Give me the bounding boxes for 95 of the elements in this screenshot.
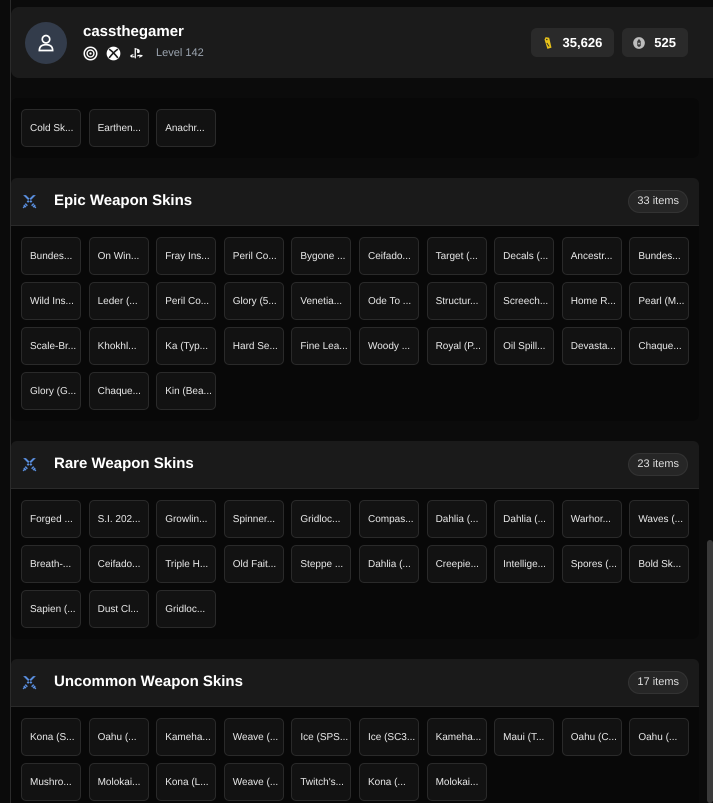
skin-tile[interactable]: Oil Spill...	[494, 327, 554, 365]
skin-tile[interactable]: Khokhl...	[88, 327, 149, 365]
skin-tile[interactable]: Steppe ...	[291, 545, 352, 583]
level-label: Level 142	[156, 46, 204, 62]
skin-tile[interactable]: Wild Ins...	[21, 282, 81, 320]
skin-tile[interactable]: Dahlia (...	[494, 500, 554, 538]
skin-tile[interactable]: Kameha...	[426, 718, 487, 756]
skin-tile[interactable]: Forged ...	[21, 500, 81, 538]
skin-tile[interactable]: Target (...	[426, 237, 487, 275]
skin-tile[interactable]: Kameha...	[156, 718, 216, 756]
skin-tile[interactable]: Ka (Typ...	[156, 327, 216, 365]
skin-tile[interactable]: Ice (SPS...	[291, 718, 352, 756]
skin-tile[interactable]: Spores (...	[562, 545, 622, 583]
skin-tile[interactable]: Kona (...	[358, 763, 419, 801]
skin-tile[interactable]: Peril Co...	[224, 237, 284, 275]
skin-tile[interactable]: Leder (...	[88, 282, 149, 320]
crossed-swords-icon	[21, 674, 38, 691]
skin-tile[interactable]: Old Fait...	[224, 545, 284, 583]
skin-tile[interactable]: Glory (5...	[224, 282, 284, 320]
crossed-swords-icon	[21, 193, 38, 210]
skin-tile[interactable]: Scale-Br...	[21, 327, 81, 365]
section-title: Uncommon Weapon Skins	[54, 672, 243, 692]
skin-tile[interactable]: Kona (L...	[156, 763, 216, 801]
crossed-swords-icon	[21, 456, 38, 473]
username: cassthegamer	[83, 23, 185, 42]
skin-tile[interactable]: Molokai...	[88, 763, 149, 801]
currency-amount: 525	[654, 34, 676, 52]
skin-tile[interactable]: Waves (...	[629, 500, 690, 538]
skin-tile[interactable]: Intellige...	[494, 545, 554, 583]
skin-tile[interactable]: Dahlia (...	[358, 545, 419, 583]
skin-tile[interactable]: Bundes...	[629, 237, 690, 275]
skin-tile[interactable]: Oahu (...	[629, 718, 690, 756]
skin-tile[interactable]: Oahu (C...	[562, 718, 622, 756]
item-count: 17 items	[628, 671, 688, 694]
skin-tile[interactable]: Ceifado...	[88, 545, 149, 583]
skin-tile[interactable]: Hard Se...	[224, 327, 284, 365]
skin-tile[interactable]: Anachr...	[156, 109, 216, 147]
credits-coin-icon	[632, 34, 646, 50]
skin-tile[interactable]: Maui (T...	[494, 718, 554, 756]
skin-tile[interactable]: Twitch's...	[291, 763, 352, 801]
skin-tile[interactable]: On Win...	[88, 237, 149, 275]
skin-tile[interactable]: Devasta...	[562, 327, 622, 365]
section-title: Epic Weapon Skins	[54, 191, 192, 212]
skin-tile[interactable]: Home R...	[562, 282, 622, 320]
skin-tile[interactable]: Growlin...	[156, 500, 216, 538]
skin-tile[interactable]: Woody ...	[358, 327, 419, 365]
skin-tile[interactable]: Fray Ins...	[156, 237, 216, 275]
skin-tile[interactable]: Kin (Bea...	[156, 372, 216, 410]
skin-tile[interactable]: Glory (G...	[21, 372, 81, 410]
skin-tile[interactable]: Bundes...	[21, 237, 81, 275]
skin-tile[interactable]: Cold Sk...	[21, 109, 81, 147]
skin-tile[interactable]: Dust Cl...	[88, 590, 149, 628]
skin-tile[interactable]: Royal (P...	[426, 327, 487, 365]
skin-tile[interactable]: Chaque...	[88, 372, 149, 410]
skin-tile[interactable]: Mushro...	[21, 763, 81, 801]
currency-amount: 35,626	[562, 34, 602, 52]
ubisoft-logo-icon	[83, 46, 98, 61]
skin-tile[interactable]: Molokai...	[426, 763, 487, 801]
skin-tile[interactable]: Pearl (M...	[629, 282, 690, 320]
skin-tile[interactable]: Warhor...	[562, 500, 622, 538]
skin-tile[interactable]: Sapien (...	[21, 590, 81, 628]
playstation-logo-icon	[129, 46, 144, 61]
skin-tile[interactable]: Gridloc...	[156, 590, 216, 628]
skin-tile[interactable]: Triple H...	[156, 545, 216, 583]
skin-tile[interactable]: Chaque...	[629, 327, 690, 365]
item-count: 23 items	[628, 453, 688, 476]
xbox-logo-icon	[106, 46, 121, 61]
skin-tile[interactable]: Spinner...	[224, 500, 284, 538]
skin-tile[interactable]: Weave (...	[224, 718, 284, 756]
skin-tile[interactable]: Creepie...	[426, 545, 487, 583]
item-count: 33 items	[628, 190, 688, 213]
skin-tile[interactable]: Peril Co...	[156, 282, 216, 320]
skin-tile[interactable]: Breath-...	[21, 545, 81, 583]
skin-tile[interactable]: Gridloc...	[291, 500, 352, 538]
skin-tile[interactable]: Bold Sk...	[629, 545, 690, 583]
skin-tile[interactable]: Oahu (...	[88, 718, 149, 756]
skin-tile[interactable]: Bygone ...	[291, 237, 352, 275]
skin-tile[interactable]: Earthen...	[88, 109, 149, 147]
skin-tile[interactable]: Ice (SC3...	[358, 718, 419, 756]
skin-tile[interactable]: Screech...	[494, 282, 554, 320]
section-title: Rare Weapon Skins	[54, 454, 194, 474]
skin-tile[interactable]: Compas...	[358, 500, 419, 538]
scrollbar-thumb[interactable]	[707, 540, 713, 803]
skin-tile[interactable]: Structur...	[426, 282, 487, 320]
skin-tile[interactable]: Ceifado...	[358, 237, 419, 275]
skin-tile[interactable]: Ode To ...	[358, 282, 419, 320]
skin-tile[interactable]: Decals (...	[494, 237, 554, 275]
skin-tile[interactable]: Fine Lea...	[291, 327, 352, 365]
skin-tile[interactable]: Dahlia (...	[426, 500, 487, 538]
skin-tile[interactable]: S.I. 202...	[88, 500, 149, 538]
user-icon	[36, 32, 56, 52]
skin-tile[interactable]: Venetia...	[291, 282, 352, 320]
skin-tile[interactable]: Kona (S...	[21, 718, 81, 756]
skin-tile[interactable]: Weave (...	[224, 763, 284, 801]
skin-tile[interactable]: Ancestr...	[562, 237, 622, 275]
